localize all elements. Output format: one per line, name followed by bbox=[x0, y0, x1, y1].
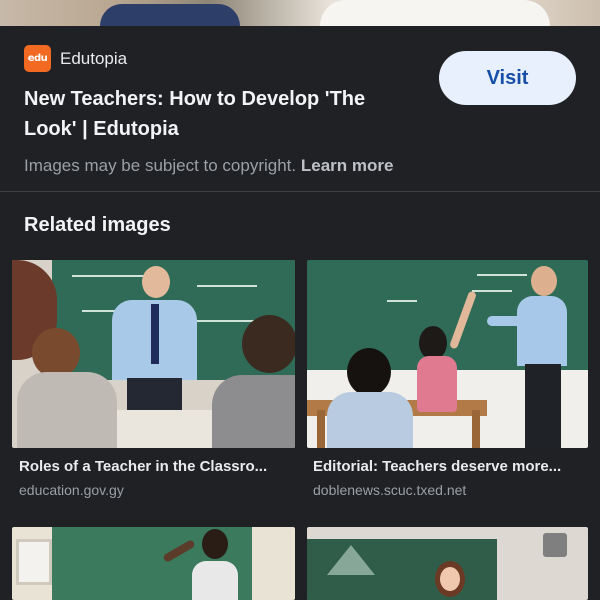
image-figure-shape bbox=[100, 4, 240, 26]
related-image-thumbnail[interactable] bbox=[12, 260, 295, 448]
student-boy-hair bbox=[242, 315, 295, 373]
student-boy-body bbox=[212, 375, 295, 448]
chalk-scribble bbox=[197, 285, 257, 287]
related-image-source: doblenews.scuc.txed.net bbox=[313, 482, 467, 498]
teacher-face bbox=[440, 567, 460, 591]
main-image-bottom-edge[interactable] bbox=[0, 0, 600, 26]
teacher-shirt bbox=[517, 296, 567, 366]
chalk-scribble bbox=[477, 274, 527, 276]
related-image-caption[interactable]: Editorial: Teachers deserve more... bbox=[313, 458, 585, 475]
chalk-scribble bbox=[72, 275, 152, 277]
window-shape bbox=[16, 539, 52, 585]
image-title[interactable]: New Teachers: How to Develop 'The Look' … bbox=[24, 84, 414, 144]
student-sitting-body bbox=[327, 392, 413, 448]
desk-leg bbox=[472, 410, 480, 448]
chalk-triangle bbox=[327, 545, 375, 575]
teacher-tie bbox=[151, 304, 159, 364]
teacher-head bbox=[202, 529, 228, 559]
learn-more-link[interactable]: Learn more bbox=[301, 156, 394, 175]
wall-clock bbox=[543, 533, 567, 557]
related-image-source: education.gov.gy bbox=[19, 482, 124, 498]
visit-button[interactable]: Visit bbox=[439, 51, 576, 105]
image-figure-shape bbox=[320, 0, 550, 26]
student-girl-hair bbox=[32, 328, 80, 378]
related-image-thumbnail[interactable] bbox=[12, 527, 295, 600]
source-info[interactable]: edu Edutopia bbox=[24, 45, 127, 72]
teacher-head bbox=[142, 266, 170, 298]
source-name: Edutopia bbox=[60, 48, 128, 68]
image-detail-page: edu Edutopia Visit New Teachers: How to … bbox=[0, 0, 600, 600]
chalk-scribble bbox=[387, 300, 417, 302]
desk-leg bbox=[317, 410, 325, 448]
teacher-head bbox=[531, 266, 557, 296]
related-image-thumbnail[interactable] bbox=[307, 527, 588, 600]
copyright-text: Images may be subject to copyright. bbox=[24, 156, 297, 175]
student-girl-dress bbox=[417, 356, 457, 412]
student-girl-arm bbox=[448, 290, 478, 350]
teacher-pants bbox=[127, 378, 182, 413]
teacher-arm bbox=[487, 316, 527, 326]
copyright-notice: Images may be subject to copyright. Lear… bbox=[24, 156, 393, 176]
section-divider bbox=[0, 191, 600, 192]
related-images-heading: Related images bbox=[24, 214, 171, 236]
edutopia-favicon-icon: edu bbox=[24, 45, 51, 72]
student-girl-hair bbox=[419, 326, 447, 360]
teacher-shirt bbox=[192, 561, 238, 600]
related-image-thumbnail[interactable] bbox=[307, 260, 588, 448]
related-image-caption[interactable]: Roles of a Teacher in the Classro... bbox=[19, 458, 291, 475]
student-girl-body bbox=[17, 372, 117, 448]
student-sitting-hair bbox=[347, 348, 391, 396]
teacher-pants bbox=[525, 364, 561, 448]
chalk-scribble bbox=[472, 290, 512, 292]
